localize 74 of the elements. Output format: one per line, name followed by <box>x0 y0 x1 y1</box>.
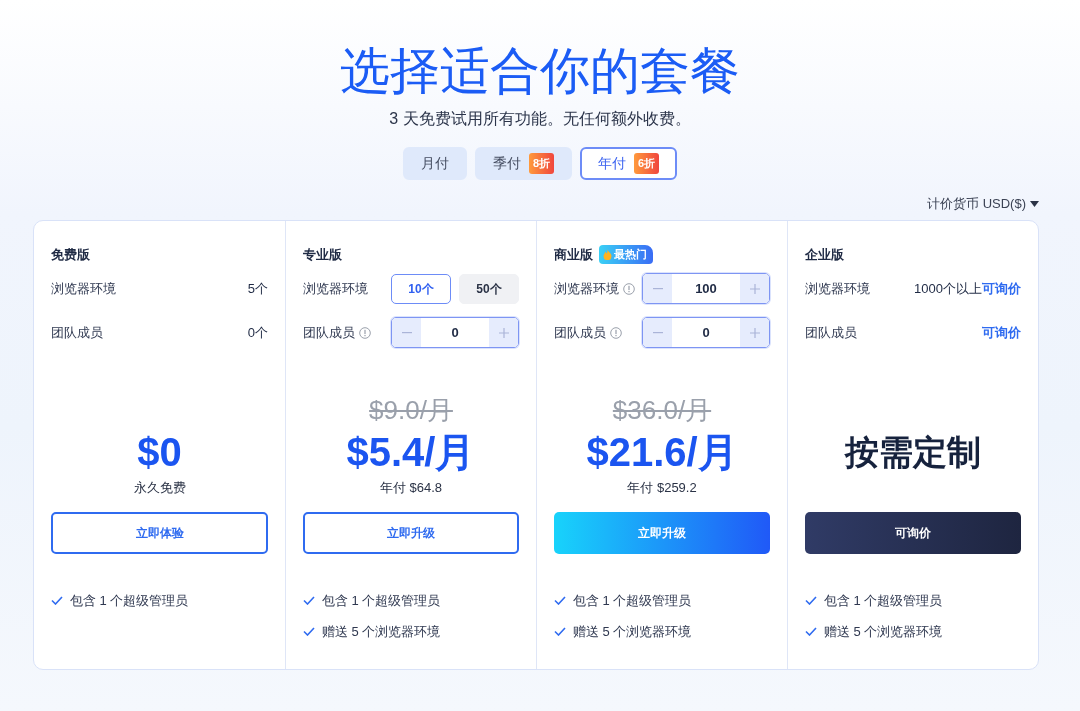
option-button[interactable]: 50个 <box>459 273 519 304</box>
row-label: 团队成员 <box>805 323 857 342</box>
row-label: 团队成员 <box>554 323 606 342</box>
increase-button[interactable] <box>740 274 769 303</box>
feature-text: 赠送 5 个浏览器环境 <box>573 623 692 641</box>
row-label: 浏览器环境 <box>805 279 870 298</box>
popular-badge: 最热门 <box>599 245 653 264</box>
inquire-link[interactable]: 可询价 <box>982 278 1021 299</box>
minus-icon <box>652 287 663 290</box>
minus-icon <box>652 331 663 334</box>
decrease-button[interactable] <box>643 318 672 347</box>
page-title: 选择适合你的套餐 <box>339 42 741 99</box>
plan-name: 企业版 <box>805 245 844 264</box>
increase-button[interactable] <box>489 318 518 347</box>
check-icon <box>554 595 566 605</box>
option-button[interactable]: 10个 <box>391 273 451 304</box>
plan-price: $0 <box>136 428 183 476</box>
feature-text: 赠送 5 个浏览器环境 <box>322 623 441 641</box>
inquire-link[interactable]: 可询价 <box>982 322 1021 343</box>
feature-text: 包含 1 个超级管理员 <box>573 591 692 610</box>
row-value: 5个 <box>247 279 268 298</box>
feature-text: 赠送 5 个浏览器环境 <box>824 623 943 641</box>
plan-price: 按需定制 <box>843 431 982 473</box>
row-value: 1000个以上 <box>914 279 982 298</box>
original-price: $36.0/月 <box>611 393 713 427</box>
page-subtitle: 3 天免费试用所有功能。无任何额外收费。 <box>388 109 692 129</box>
check-icon <box>303 627 315 637</box>
feature-text: 包含 1 个超级管理员 <box>824 591 943 610</box>
minus-icon <box>401 331 412 334</box>
row-label: 浏览器环境 <box>554 279 619 298</box>
quantity-stepper[interactable]: 0 <box>642 317 770 348</box>
row-label: 团队成员 <box>51 323 103 342</box>
quantity-stepper[interactable]: 0 <box>391 317 519 348</box>
plan-name: 免费版 <box>51 245 90 264</box>
row-label: 浏览器环境 <box>51 279 116 298</box>
billing-tab[interactable]: 年付 6折 <box>580 147 678 180</box>
quantity-value: 0 <box>450 324 460 342</box>
quantity-value: 0 <box>701 324 711 342</box>
plan-price: $5.4/月 <box>345 428 477 476</box>
row-value: 0个 <box>247 323 268 342</box>
check-icon <box>805 595 817 605</box>
caret-icon <box>1030 200 1039 207</box>
check-icon <box>303 595 315 605</box>
plan-button[interactable]: 可询价 <box>805 511 1021 554</box>
plus-icon <box>498 327 509 338</box>
quantity-value: 100 <box>694 280 718 298</box>
discount-badge: 8折 <box>528 153 554 174</box>
price-note: 永久免费 <box>132 478 187 497</box>
price-note: 年付 $259.2 <box>626 478 698 497</box>
check-icon <box>805 627 817 637</box>
billing-tab[interactable]: 季付 8折 <box>474 147 572 180</box>
plus-icon <box>749 283 760 294</box>
check-icon <box>51 595 63 605</box>
increase-button[interactable] <box>740 318 769 347</box>
plan-name: 商业版 <box>554 245 593 264</box>
feature-text: 包含 1 个超级管理员 <box>70 591 189 610</box>
plan-name: 专业版 <box>303 245 342 264</box>
row-label: 团队成员 <box>303 323 355 342</box>
discount-badge: 6折 <box>634 153 660 174</box>
plan-price: $21.6/月 <box>585 428 739 476</box>
plus-icon <box>749 327 760 338</box>
plan-button[interactable]: 立即升级 <box>303 511 519 554</box>
quantity-stepper[interactable]: 100 <box>642 273 770 304</box>
original-price: $9.0/月 <box>368 393 454 427</box>
decrease-button[interactable] <box>643 274 672 303</box>
flame-icon <box>603 249 612 260</box>
decrease-button[interactable] <box>392 318 421 347</box>
feature-text: 包含 1 个超级管理员 <box>322 591 441 610</box>
row-label: 浏览器环境 <box>303 279 368 298</box>
billing-tab[interactable]: 月付 <box>402 147 467 180</box>
currency-dropdown[interactable]: 计价货币 USD($) <box>927 194 1039 214</box>
price-note: 年付 $64.8 <box>378 478 444 497</box>
plan-button[interactable]: 立即体验 <box>51 511 268 554</box>
check-icon <box>554 627 566 637</box>
